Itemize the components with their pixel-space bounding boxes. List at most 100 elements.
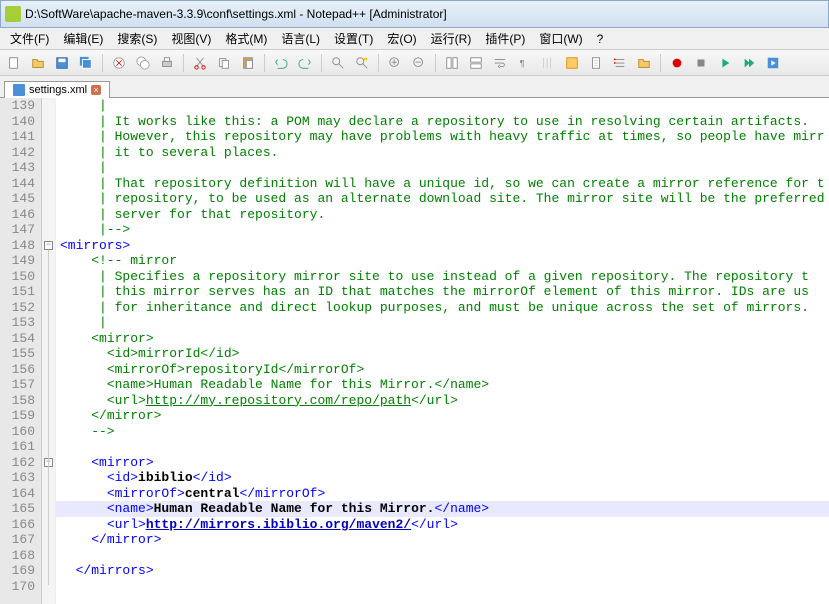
menu-item[interactable]: 运行(R) — [425, 28, 478, 49]
zoom-in-icon[interactable] — [385, 53, 405, 73]
svg-text:¶: ¶ — [520, 58, 525, 69]
menu-item[interactable]: 插件(P) — [479, 28, 531, 49]
code-line[interactable]: | — [56, 315, 829, 331]
line-number: 139 — [0, 98, 41, 114]
code-line[interactable]: | it to several places. — [56, 145, 829, 161]
code-line[interactable]: | this mirror serves has an ID that matc… — [56, 284, 829, 300]
copy-icon[interactable] — [214, 53, 234, 73]
code-line[interactable]: </mirrors> — [56, 563, 829, 579]
menu-item[interactable]: 文件(F) — [4, 28, 55, 49]
toolbar-separator — [321, 54, 322, 72]
save-icon[interactable] — [52, 53, 72, 73]
code-line[interactable]: <name>Human Readable Name for this Mirro… — [56, 377, 829, 393]
code-line[interactable]: <mirrors> — [56, 238, 829, 254]
code-line[interactable]: <mirror> — [56, 331, 829, 347]
code-line[interactable]: <mirrorOf>central</mirrorOf> — [56, 486, 829, 502]
menu-item[interactable]: 格式(M) — [219, 28, 273, 49]
code-line[interactable]: | However, this repository may have prob… — [56, 129, 829, 145]
code-line[interactable]: | Specifies a repository mirror site to … — [56, 269, 829, 285]
code-line[interactable]: --> — [56, 424, 829, 440]
menu-item[interactable]: 编辑(E) — [57, 28, 109, 49]
code-line[interactable]: </mirror> — [56, 408, 829, 424]
fold-toggle-icon[interactable]: − — [44, 241, 53, 250]
menu-item[interactable]: 宏(O) — [381, 28, 422, 49]
tab-close-icon[interactable]: × — [91, 85, 101, 95]
play-icon[interactable] — [715, 53, 735, 73]
code-line[interactable] — [56, 548, 829, 564]
file-tab[interactable]: settings.xml × — [4, 81, 110, 98]
undo-icon[interactable] — [271, 53, 291, 73]
code-line[interactable]: | That repository definition will have a… — [56, 176, 829, 192]
print-icon[interactable] — [157, 53, 177, 73]
paste-icon[interactable] — [238, 53, 258, 73]
menu-item[interactable]: 设置(T) — [328, 28, 379, 49]
code-line[interactable]: <id>ibiblio</id> — [56, 470, 829, 486]
line-number: 157 — [0, 377, 41, 393]
close-icon[interactable] — [109, 53, 129, 73]
menu-item[interactable]: ? — [591, 30, 610, 48]
toolbar-separator — [102, 54, 103, 72]
code-area[interactable]: | | It works like this: a POM may declar… — [56, 98, 829, 604]
menu-item[interactable]: 窗口(W) — [533, 28, 588, 49]
line-number: 140 — [0, 114, 41, 130]
editor-area[interactable]: 1391401411421431441451461471481491501511… — [0, 98, 829, 604]
redo-icon[interactable] — [295, 53, 315, 73]
play-multi-icon[interactable] — [739, 53, 759, 73]
code-line[interactable]: | — [56, 98, 829, 114]
line-number: 156 — [0, 362, 41, 378]
toolbar-separator — [264, 54, 265, 72]
fold-gutter[interactable]: −− — [42, 98, 56, 604]
cut-icon[interactable] — [190, 53, 210, 73]
line-number: 164 — [0, 486, 41, 502]
indent-guide-icon[interactable] — [538, 53, 558, 73]
code-line[interactable]: <name>Human Readable Name for this Mirro… — [56, 501, 829, 517]
toolbar-separator — [660, 54, 661, 72]
line-number: 159 — [0, 408, 41, 424]
code-line[interactable]: <id>mirrorId</id> — [56, 346, 829, 362]
line-number-gutter: 1391401411421431441451461471481491501511… — [0, 98, 42, 604]
code-line[interactable]: </mirror> — [56, 532, 829, 548]
save-all-icon[interactable] — [76, 53, 96, 73]
code-line[interactable]: <mirror> — [56, 455, 829, 471]
open-file-icon[interactable] — [28, 53, 48, 73]
folder-icon[interactable] — [634, 53, 654, 73]
code-line[interactable]: <url>http://mirrors.ibiblio.org/maven2/<… — [56, 517, 829, 533]
code-line[interactable]: | for inheritance and direct lookup purp… — [56, 300, 829, 316]
show-all-chars-icon[interactable]: ¶ — [514, 53, 534, 73]
sync-v-icon[interactable] — [442, 53, 462, 73]
func-list-icon[interactable] — [610, 53, 630, 73]
menu-item[interactable]: 视图(V) — [165, 28, 217, 49]
find-icon[interactable] — [328, 53, 348, 73]
close-all-icon[interactable] — [133, 53, 153, 73]
menu-item[interactable]: 语言(L) — [275, 28, 326, 49]
stop-icon[interactable] — [691, 53, 711, 73]
line-number: 141 — [0, 129, 41, 145]
code-line[interactable] — [56, 579, 829, 595]
code-line[interactable]: <url>http://my.repository.com/repo/path<… — [56, 393, 829, 409]
line-number: 168 — [0, 548, 41, 564]
code-line[interactable] — [56, 439, 829, 455]
code-line[interactable]: | It works like this: a POM may declare … — [56, 114, 829, 130]
code-line[interactable]: |--> — [56, 222, 829, 238]
menu-item[interactable]: 搜索(S) — [111, 28, 163, 49]
udl-icon[interactable] — [562, 53, 582, 73]
record-icon[interactable] — [667, 53, 687, 73]
line-number: 163 — [0, 470, 41, 486]
zoom-out-icon[interactable] — [409, 53, 429, 73]
code-line[interactable]: <!-- mirror — [56, 253, 829, 269]
replace-icon[interactable] — [352, 53, 372, 73]
code-line[interactable]: <mirrorOf>repositoryId</mirrorOf> — [56, 362, 829, 378]
sync-h-icon[interactable] — [466, 53, 486, 73]
wrap-icon[interactable] — [490, 53, 510, 73]
line-number: 154 — [0, 331, 41, 347]
line-number: 143 — [0, 160, 41, 176]
line-number: 150 — [0, 269, 41, 285]
code-line[interactable]: | — [56, 160, 829, 176]
new-file-icon[interactable] — [4, 53, 24, 73]
save-macro-icon[interactable] — [763, 53, 783, 73]
doc-map-icon[interactable] — [586, 53, 606, 73]
line-number: 144 — [0, 176, 41, 192]
code-line[interactable]: | repository, to be used as an alternate… — [56, 191, 829, 207]
code-line[interactable]: | server for that repository. — [56, 207, 829, 223]
line-number: 170 — [0, 579, 41, 595]
